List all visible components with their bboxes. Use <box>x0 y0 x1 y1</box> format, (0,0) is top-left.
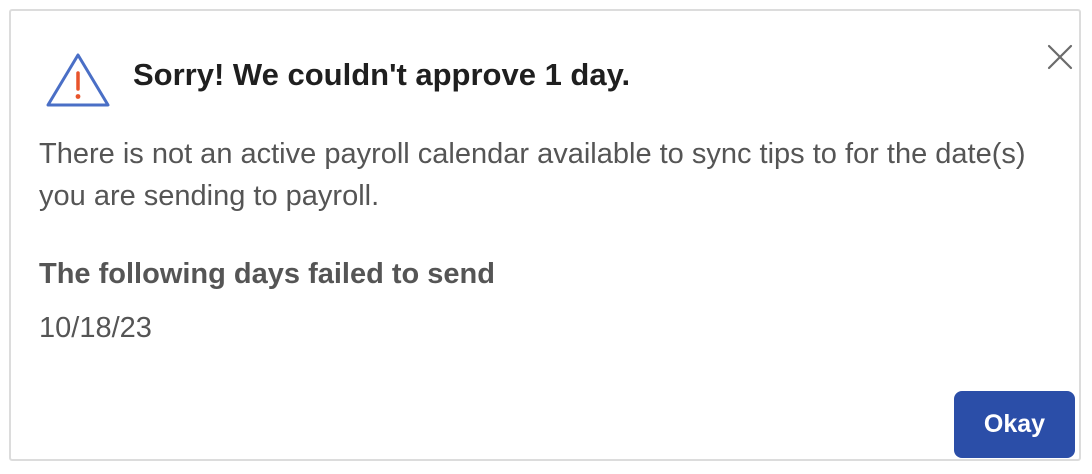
okay-button[interactable]: Okay <box>954 391 1075 458</box>
close-icon <box>1045 44 1075 75</box>
failed-date: 10/18/23 <box>39 312 152 344</box>
error-dialog: Sorry! We couldn't approve 1 day. There … <box>9 9 1081 461</box>
failed-days-heading: The following days failed to send <box>39 258 495 290</box>
dialog-title: Sorry! We couldn't approve 1 day. <box>133 57 631 92</box>
close-button[interactable] <box>1045 42 1075 72</box>
dialog-message: There is not an active payroll calendar … <box>39 138 1026 212</box>
warning-triangle-icon <box>44 51 112 109</box>
